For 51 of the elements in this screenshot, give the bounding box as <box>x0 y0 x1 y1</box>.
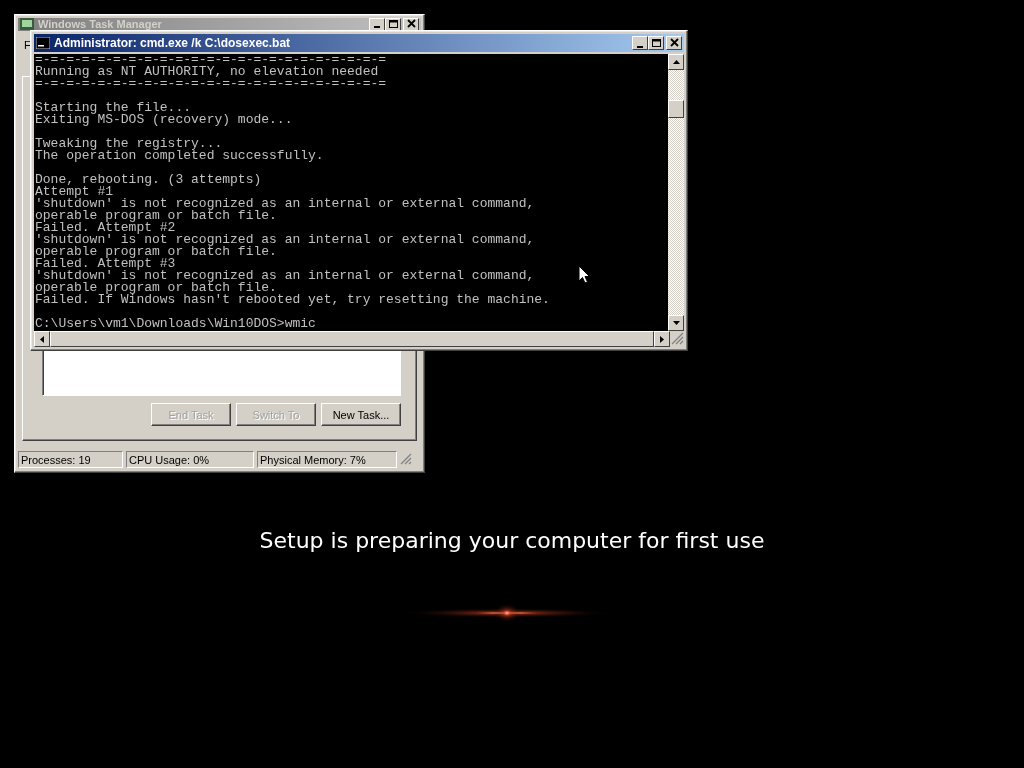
scroll-right-button[interactable] <box>654 331 670 347</box>
minimize-button[interactable] <box>632 36 648 50</box>
close-icon <box>668 38 680 48</box>
console-line: Failed. Attempt #3 <box>35 258 176 270</box>
up-arrow-icon <box>672 60 680 64</box>
console-line: Exiting MS-DOS (recovery) mode... <box>35 114 293 126</box>
console-line: Failed. If Windows hasn't rebooted yet, try resetting the machine. <box>35 294 550 306</box>
console-line: 'shutdown' is not recognized as an internal or external command, <box>35 270 535 282</box>
resize-grip-icon <box>400 453 412 465</box>
scroll-up-button[interactable] <box>668 54 684 70</box>
maximize-icon <box>387 19 399 29</box>
window-title: Windows Task Manager <box>38 18 163 30</box>
down-arrow-icon <box>672 321 680 325</box>
console-line: operable program or batch file. <box>35 282 277 294</box>
status-field: Processes: 19 <box>18 450 123 468</box>
console-line: =-=-=-=-=-=-=-=-=-=-=-=-=-=-=-=-=-=-=-=-=-=-= <box>35 78 387 90</box>
minimize-icon <box>637 45 643 48</box>
console-line: Tweaking the registry... <box>35 138 223 150</box>
console-line: 'shutdown' is not recognized as an internal or external command, <box>35 198 535 210</box>
console-line: operable program or batch file. <box>35 210 277 222</box>
close-icon <box>405 19 417 29</box>
mouse-pointer-icon <box>578 265 590 284</box>
console-icon <box>36 37 50 49</box>
new-task-button[interactable]: New Task... <box>321 403 401 426</box>
scroll-down-button[interactable] <box>668 315 684 331</box>
setup-message: Setup is preparing your computer for first use <box>258 527 766 555</box>
minimize-icon <box>374 26 380 28</box>
menu-item[interactable]: F <box>22 39 33 51</box>
status-field: CPU Usage: 0% <box>126 450 254 468</box>
console-line: Done, rebooting. (3 attempts) <box>35 174 262 186</box>
scroll-thumb[interactable] <box>668 100 684 118</box>
console-line: =-=-=-=-=-=-=-=-=-=-=-=-=-=-=-=-=-=-=-=-=-=-= <box>35 54 387 66</box>
console-line: Failed. Attempt #2 <box>35 222 176 234</box>
console-line: C:\Users\vm1\Downloads\Win10DOS>wmic <box>35 318 316 330</box>
console-line: operable program or batch file. <box>35 246 277 258</box>
console-line: The operation completed successfully. <box>35 150 324 162</box>
status-field: Physical Memory: 7% <box>257 450 397 468</box>
scroll-left-button[interactable] <box>34 331 50 347</box>
vertical-scrollbar[interactable] <box>668 54 684 331</box>
maximize-button[interactable] <box>648 36 664 50</box>
window-title: Administrator: cmd.exe /k C:\dosexec.bat <box>54 36 292 50</box>
close-button[interactable] <box>666 36 682 50</box>
app-icon <box>20 18 34 30</box>
console-line: Attempt #1 <box>35 186 113 198</box>
left-arrow-icon <box>40 335 44 343</box>
console-line: 'shutdown' is not recognized as an internal or external command, <box>35 234 535 246</box>
console-line: Running as NT AUTHORITY, no elevation needed <box>35 66 379 78</box>
maximize-icon <box>650 38 662 48</box>
console-line: Starting the file... <box>35 102 192 114</box>
right-arrow-icon <box>660 335 664 343</box>
resize-grip-icon <box>670 331 684 345</box>
